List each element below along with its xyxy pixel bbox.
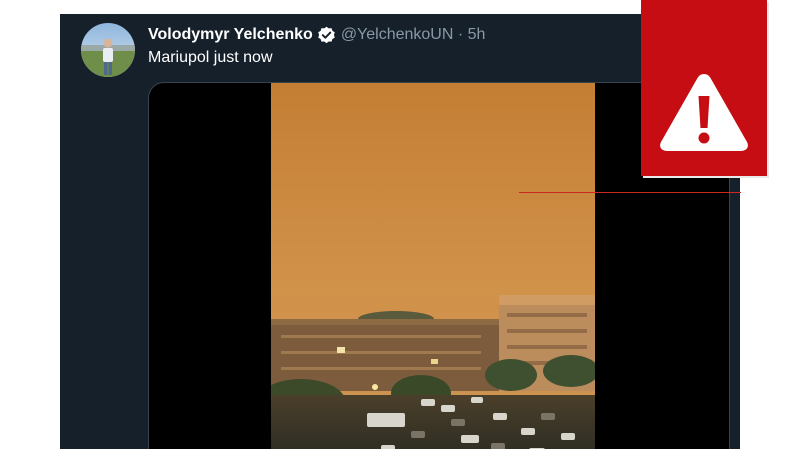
warning-triangle-icon <box>660 74 748 151</box>
tweet-header: Volodymyr Yelchenko @YelchenkoUN · 5h <box>148 24 485 46</box>
tweet-card: Volodymyr Yelchenko @YelchenkoUN · 5h Ma… <box>60 14 740 449</box>
tweet-text: Mariupol just now <box>148 49 273 66</box>
display-name[interactable]: Volodymyr Yelchenko <box>148 26 313 44</box>
callout-line <box>519 192 741 193</box>
warning-overlay <box>641 0 767 176</box>
video-still-image <box>271 83 595 449</box>
video-frame[interactable] <box>271 83 595 449</box>
handle-timestamp[interactable]: @YelchenkoUN · 5h <box>341 26 486 44</box>
person-avatar-icon <box>81 23 135 77</box>
avatar[interactable] <box>81 23 135 77</box>
verified-badge-icon <box>317 26 336 45</box>
